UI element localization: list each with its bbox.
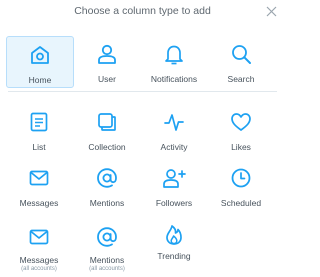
tile-label: Notifications: [150, 74, 198, 84]
tile-label: Search: [227, 74, 255, 84]
heart-icon: [231, 113, 251, 131]
column-type-list[interactable]: List: [6, 111, 72, 152]
dialog-title: Choose a column type to add: [74, 5, 211, 17]
section-divider: [8, 91, 277, 92]
search-icon: [232, 45, 251, 64]
tile-label: Likes: [231, 142, 251, 152]
column-type-collection[interactable]: Collection: [74, 111, 140, 152]
add-column-dialog: Choose a column type to add Home User No…: [0, 0, 285, 277]
column-type-search[interactable]: Search: [208, 43, 274, 84]
column-type-messages-all-accounts[interactable]: Messages (all accounts): [6, 226, 72, 272]
tile-label: Messages: [19, 198, 59, 208]
tile-label: Scheduled: [220, 198, 262, 208]
tile-sublabel: (all accounts): [21, 266, 57, 272]
column-type-mentions-all-accounts[interactable]: Mentions (all accounts): [74, 226, 140, 272]
tile-label: Trending: [157, 251, 191, 261]
envelope-icon: [29, 170, 49, 186]
envelope-icon: [29, 229, 49, 245]
bell-icon: [165, 45, 183, 65]
tile-label: Mentions: [89, 255, 125, 265]
tile-label: Activity: [160, 142, 188, 152]
tile-label: Messages: [19, 255, 59, 265]
tile-label: User: [98, 74, 116, 84]
user-icon: [98, 44, 116, 64]
column-type-scheduled[interactable]: Scheduled: [208, 167, 274, 208]
close-icon[interactable]: [265, 5, 278, 18]
column-type-trending[interactable]: Trending: [141, 222, 207, 261]
at-icon: [97, 227, 117, 247]
column-type-likes[interactable]: Likes: [208, 111, 274, 152]
dialog-header: Choose a column type to add: [0, 0, 285, 24]
flame-icon: [166, 225, 182, 245]
tile-label: Collection: [88, 142, 126, 152]
collection-icon: [98, 113, 116, 131]
column-type-activity[interactable]: Activity: [141, 111, 207, 152]
column-type-messages[interactable]: Messages: [6, 167, 72, 208]
tile-label: Mentions: [89, 198, 125, 208]
at-icon: [97, 168, 117, 188]
column-type-user[interactable]: User: [74, 43, 140, 84]
activity-icon: [164, 114, 184, 131]
add-user-icon: [163, 169, 186, 188]
clock-icon: [231, 168, 251, 188]
column-type-mentions[interactable]: Mentions: [74, 167, 140, 208]
tile-label: List: [32, 142, 46, 152]
tile-sublabel: (all accounts): [89, 266, 125, 272]
column-type-followers[interactable]: Followers: [141, 167, 207, 208]
tile-label: Home: [28, 75, 52, 85]
column-type-notifications[interactable]: Notifications: [141, 43, 207, 84]
list-icon: [30, 112, 48, 132]
column-type-home[interactable]: Home: [6, 36, 74, 88]
home-icon: [31, 46, 49, 64]
tile-label: Followers: [155, 198, 193, 208]
